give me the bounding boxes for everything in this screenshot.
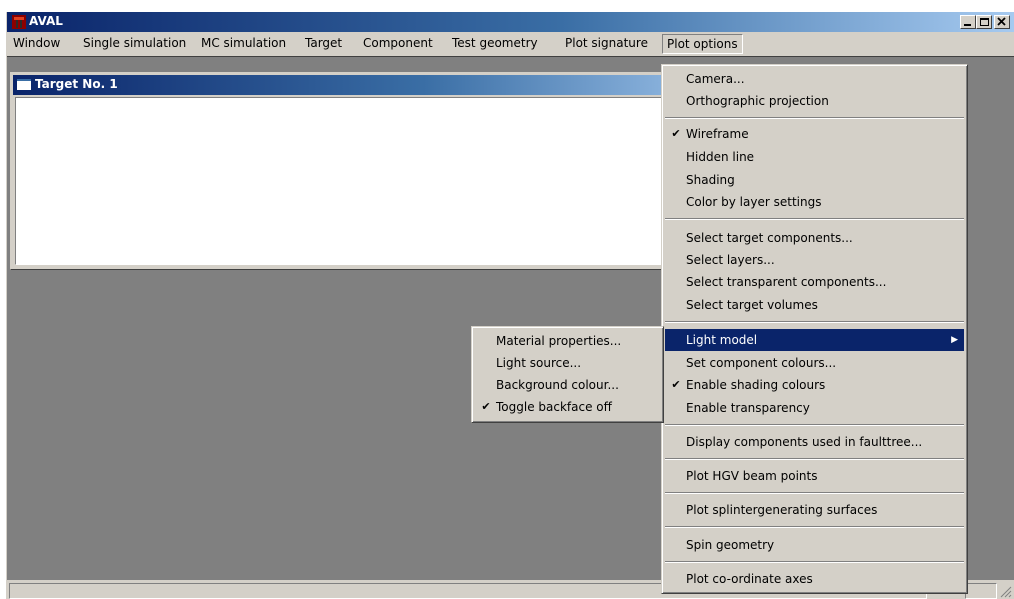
menu-item-plot-hgv-beam-points-label: Plot HGV beam points [686, 469, 818, 483]
menu-bar: Window Single simulation MC simulation T… [7, 33, 1014, 54]
menu-item-display-faulttree-label: Display components used in faulttree... [686, 435, 923, 449]
menu-item-display-faulttree[interactable]: Display components used in faulttree... [665, 431, 964, 453]
menu-item-select-transparent[interactable]: Select transparent components... [665, 271, 964, 293]
checkmark-icon: ✔ [671, 378, 681, 391]
menu-item-spin-geometry-label: Spin geometry [686, 538, 775, 552]
submenu-item-material-properties-label: Material properties... [496, 334, 622, 348]
menu-item-camera-label: Camera... [686, 72, 745, 86]
minimize-icon [964, 24, 971, 26]
light-model-submenu: Material properties... Light source... B… [471, 326, 664, 423]
target-window-title-bar[interactable]: Target No. 1 [13, 75, 759, 95]
menu-item-wireframe-label: Wireframe [686, 127, 749, 141]
status-panel-extra [965, 583, 997, 599]
maximize-icon [980, 18, 989, 26]
menu-separator [665, 561, 964, 563]
app-icon [12, 15, 26, 29]
menu-item-set-component-colours[interactable]: Set component colours... [665, 352, 964, 374]
title-bar[interactable]: AVAL [7, 12, 1014, 32]
submenu-item-toggle-backface-label: Toggle backface off [496, 400, 612, 414]
menu-item-spin-geometry[interactable]: Spin geometry [665, 534, 964, 556]
menu-item-enable-transparency-label: Enable transparency [686, 401, 810, 415]
menu-window[interactable]: Window [13, 35, 60, 53]
menu-item-set-component-colours-label: Set component colours... [686, 356, 837, 370]
menu-separator [665, 492, 964, 494]
minimize-button[interactable] [960, 15, 976, 29]
menu-separator [665, 117, 964, 119]
menu-item-select-layers-label: Select layers... [686, 253, 775, 267]
submenu-item-light-source-label: Light source... [496, 356, 582, 370]
resize-grip-icon[interactable] [1000, 586, 1012, 598]
menu-mc-simulation[interactable]: MC simulation [201, 35, 286, 53]
menu-item-enable-shading-colours[interactable]: ✔ Enable shading colours [665, 374, 964, 396]
menu-item-select-target-volumes[interactable]: Select target volumes [665, 294, 964, 316]
submenu-item-light-source[interactable]: Light source... [475, 352, 660, 374]
menu-item-hidden-line[interactable]: Hidden line [665, 146, 964, 168]
menu-item-select-target-components[interactable]: Select target components... [665, 227, 964, 249]
close-icon [997, 17, 1006, 26]
menu-single-simulation[interactable]: Single simulation [83, 35, 186, 53]
menu-item-shading[interactable]: Shading [665, 169, 964, 191]
menu-target[interactable]: Target [305, 35, 342, 53]
menu-item-enable-shading-colours-label: Enable shading colours [686, 378, 826, 392]
menu-item-plot-coordinate-axes[interactable]: Plot co-ordinate axes [665, 568, 964, 590]
submenu-item-background-colour[interactable]: Background colour... [475, 374, 660, 396]
menu-item-orthographic-projection-label: Orthographic projection [686, 94, 829, 108]
menu-separator [665, 424, 964, 426]
menu-item-orthographic-projection[interactable]: Orthographic projection [665, 90, 964, 112]
menu-item-select-target-volumes-label: Select target volumes [686, 298, 818, 312]
maximize-button[interactable] [976, 15, 992, 29]
menu-item-plot-splinter-surfaces[interactable]: Plot splintergenerating surfaces [665, 499, 964, 521]
menu-item-light-model[interactable]: Light model ▶ [665, 329, 964, 351]
menu-item-light-model-label: Light model [686, 333, 758, 347]
menu-item-select-transparent-label: Select transparent components... [686, 275, 887, 289]
target-canvas[interactable] [15, 97, 757, 265]
menu-item-select-target-components-label: Select target components... [686, 231, 853, 245]
menu-separator [665, 321, 964, 323]
menu-item-select-layers[interactable]: Select layers... [665, 249, 964, 271]
menu-item-color-by-layer-label: Color by layer settings [686, 195, 822, 209]
menu-test-geometry[interactable]: Test geometry [452, 35, 538, 53]
menu-item-color-by-layer[interactable]: Color by layer settings [665, 191, 964, 213]
menu-item-plot-splinter-surfaces-label: Plot splintergenerating surfaces [686, 503, 878, 517]
menu-item-hidden-line-label: Hidden line [686, 150, 755, 164]
menu-separator [665, 526, 964, 528]
submenu-arrow-icon: ▶ [951, 335, 958, 345]
target-window-title: Target No. 1 [35, 77, 118, 91]
checkmark-icon: ✔ [671, 127, 681, 140]
menu-item-shading-label: Shading [686, 173, 735, 187]
menu-plot-options[interactable]: Plot options [662, 34, 743, 54]
submenu-item-background-colour-label: Background colour... [496, 378, 619, 392]
checkmark-icon: ✔ [481, 400, 491, 413]
submenu-item-material-properties[interactable]: Material properties... [475, 330, 660, 352]
menu-component[interactable]: Component [363, 35, 433, 53]
menu-plot-signature[interactable]: Plot signature [565, 35, 648, 53]
menu-item-enable-transparency[interactable]: Enable transparency [665, 397, 964, 419]
target-window: Target No. 1 [10, 72, 762, 270]
menu-item-wireframe[interactable]: ✔ Wireframe [665, 123, 964, 145]
menu-separator [665, 218, 964, 220]
menu-item-plot-hgv-beam-points[interactable]: Plot HGV beam points [665, 465, 964, 487]
submenu-item-toggle-backface[interactable]: ✔ Toggle backface off [475, 396, 660, 418]
window-icon [17, 79, 31, 90]
window-title: AVAL [29, 14, 63, 28]
close-button[interactable] [994, 15, 1010, 29]
menu-item-camera[interactable]: Camera... [665, 68, 964, 90]
menu-item-plot-coordinate-axes-label: Plot co-ordinate axes [686, 572, 813, 586]
menu-separator [665, 458, 964, 460]
plot-options-menu: Camera... Orthographic projection ✔ Wiref… [661, 64, 968, 594]
